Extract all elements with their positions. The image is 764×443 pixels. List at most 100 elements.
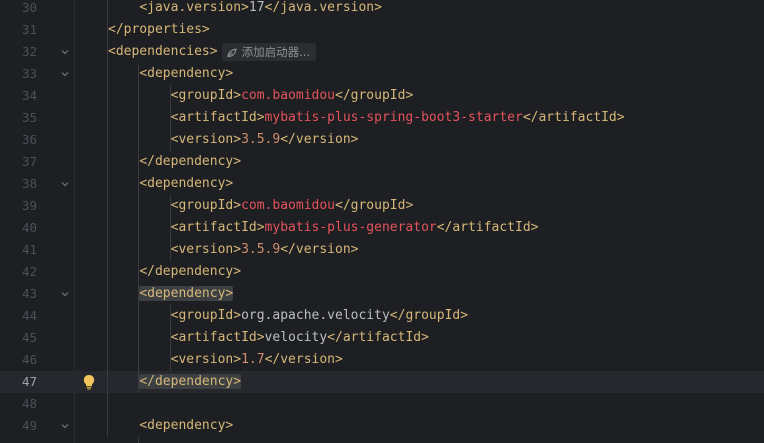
code-text[interactable]: <artifactId>mybatis-plus-generator</arti… — [171, 217, 539, 239]
fold-chevron-icon[interactable] — [61, 48, 69, 56]
xml-value: com.baomidou — [241, 88, 335, 103]
fold-chevron-icon[interactable] — [61, 70, 69, 78]
xml-tag: <version> — [170, 352, 242, 367]
code-text[interactable]: <dependency> — [139, 283, 234, 305]
xml-tag: <dependency> — [139, 286, 234, 301]
xml-tag: </groupId> — [335, 88, 414, 103]
code-text[interactable]: <dependencies> 添加启动器... — [108, 41, 317, 63]
code-line[interactable]: 39 <groupId>com.baomidou</groupId> — [0, 195, 764, 217]
bulb-icon[interactable] — [82, 374, 96, 390]
xml-tag: </version> — [280, 132, 359, 147]
code-line[interactable]: 36 <version>3.5.9</version> — [0, 129, 764, 151]
code-line[interactable]: 49 <dependency> — [0, 415, 764, 437]
xml-value: 3.5.9 — [241, 242, 281, 257]
xml-tag: <dependency> — [139, 66, 234, 81]
xml-tag: <groupId> — [170, 88, 242, 103]
xml-tag: <dependency> — [139, 176, 234, 191]
code-text[interactable]: <groupId>com.baomidou</groupId> — [171, 195, 414, 217]
code-text[interactable]: </dependency> — [139, 261, 241, 283]
code-line[interactable]: 41 <version>3.5.9</version> — [0, 239, 764, 261]
code-line[interactable]: 32 <dependencies> 添加启动器... — [0, 41, 764, 63]
code-text[interactable]: </dependency> — [139, 151, 241, 173]
xml-tag: </artifactId> — [436, 220, 539, 235]
xml-tag: </artifactId> — [327, 330, 429, 345]
code-text[interactable]: <artifactId>mybatis-plus-spring-boot3-st… — [171, 107, 625, 129]
code-text[interactable]: <version>1.7</version> — [171, 349, 343, 371]
xml-tag: </dependency> — [139, 154, 242, 169]
code-line[interactable]: 34 <groupId>com.baomidou</groupId> — [0, 85, 764, 107]
indent-guide — [169, 85, 171, 151]
line-number: 41 — [21, 242, 37, 257]
code-line[interactable]: 47 </dependency> — [0, 371, 764, 393]
code-text[interactable]: <dependency> — [139, 63, 233, 85]
code-text[interactable]: <groupId>com.baomidou</groupId> — [171, 85, 414, 107]
line-number: 38 — [21, 176, 37, 191]
code-text[interactable]: </properties> — [108, 19, 210, 41]
line-number: 30 — [21, 0, 37, 15]
code-text[interactable]: <groupId>org.apache.velocity</groupId> — [171, 305, 468, 327]
code-line[interactable]: 45 <artifactId>velocity</artifactId> — [0, 327, 764, 349]
xml-tag: <groupId> — [170, 308, 242, 323]
xml-tag: </version> — [280, 242, 359, 257]
line-number: 45 — [21, 330, 37, 345]
line-number: 37 — [21, 154, 37, 169]
xml-tag: <dependencies> — [108, 44, 218, 59]
fold-chevron-icon[interactable] — [61, 290, 69, 298]
xml-tag: </dependency> — [139, 374, 242, 389]
xml-value: 1.7 — [241, 352, 265, 367]
xml-tag: </dependency> — [139, 264, 242, 279]
code-line[interactable]: 44 <groupId>org.apache.velocity</groupId> — [0, 305, 764, 327]
xml-value: org.apache.velocity — [241, 308, 390, 323]
indent-guide — [107, 0, 108, 437]
line-number: 42 — [21, 264, 37, 279]
code-text[interactable]: <dependency> — [139, 415, 233, 437]
xml-tag: <java.version> — [139, 0, 249, 15]
code-text[interactable]: <dependency> — [139, 173, 233, 195]
code-line[interactable]: 46 <version>1.7</version> — [0, 349, 764, 371]
code-line[interactable]: 31 </properties> — [0, 19, 764, 41]
code-line[interactable]: 37 </dependency> — [0, 151, 764, 173]
indent-guide — [138, 437, 140, 443]
code-line[interactable]: 42 </dependency> — [0, 261, 764, 283]
code-line[interactable]: 30 <java.version>17</java.version> — [0, 0, 764, 19]
code-editor[interactable]: 30 <java.version>17</java.version> 31 </pro… — [0, 0, 764, 443]
code-line[interactable]: 38 <dependency> — [0, 173, 764, 195]
code-text[interactable]: <java.version>17</java.version> — [139, 0, 382, 19]
line-number: 34 — [21, 88, 37, 103]
code-line[interactable]: 43 <dependency> — [0, 283, 764, 305]
xml-value: velocity — [264, 330, 328, 345]
line-number: 47 — [21, 374, 37, 389]
xml-value: mybatis-plus-generator — [264, 220, 437, 235]
xml-tag: </artifactId> — [522, 110, 625, 125]
line-number: 48 — [21, 396, 37, 411]
fold-chevron-icon[interactable] — [61, 180, 69, 188]
code-text[interactable]: <version>3.5.9</version> — [171, 239, 359, 261]
line-number: 36 — [21, 132, 37, 147]
xml-tag: <artifactId> — [170, 330, 265, 345]
code-text[interactable]: <version>3.5.9</version> — [171, 129, 359, 151]
line-number: 32 — [21, 44, 37, 59]
line-number: 39 — [21, 198, 37, 213]
xml-tag: <groupId> — [170, 198, 242, 213]
xml-tag: <dependency> — [139, 418, 234, 433]
xml-tag: <artifactId> — [170, 220, 265, 235]
code-text[interactable]: <artifactId>velocity</artifactId> — [171, 327, 429, 349]
xml-tag: <version> — [170, 132, 242, 147]
code-line[interactable]: 35 <artifactId>mybatis-plus-spring-boot3-… — [0, 107, 764, 129]
xml-tag: </version> — [264, 352, 343, 367]
xml-tag: </groupId> — [389, 308, 469, 323]
line-number: 35 — [21, 110, 37, 125]
add-starter-inlay-button[interactable]: 添加启动器... — [221, 43, 317, 61]
xml-tag: <artifactId> — [170, 110, 265, 125]
xml-tag: </java.version> — [264, 0, 382, 15]
code-line[interactable]: 33 <dependency> — [0, 63, 764, 85]
code-text[interactable]: </dependency> — [139, 371, 242, 393]
line-number: 43 — [21, 286, 37, 301]
code-line[interactable]: 40 <artifactId>mybatis-plus-generator</ar… — [0, 217, 764, 239]
fold-chevron-icon[interactable] — [61, 422, 69, 430]
code-line[interactable]: 48 — [0, 393, 764, 415]
line-number: 33 — [21, 66, 37, 81]
line-number: 44 — [21, 308, 37, 323]
xml-value: 17 — [248, 0, 265, 15]
indent-guide — [169, 195, 171, 261]
